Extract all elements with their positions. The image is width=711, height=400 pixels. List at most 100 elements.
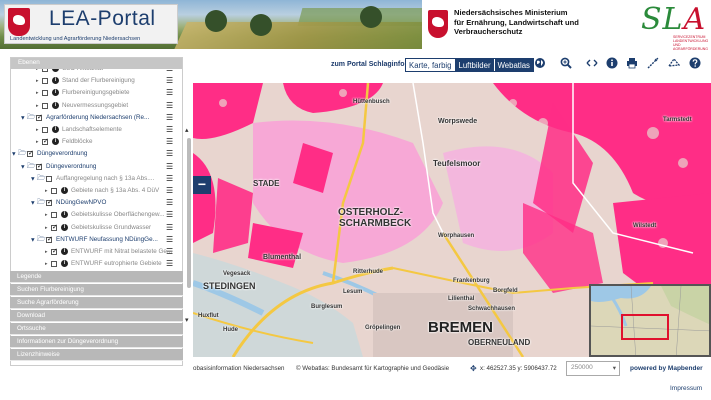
layer-checkbox[interactable] [51,261,57,268]
scale-select[interactable]: 250000 [566,361,620,376]
accordion-ortssuche[interactable]: Ortssuche [10,323,183,335]
layer-info-icon[interactable]: i [52,101,59,109]
layer-row[interactable]: ▸ i Gebiete nach § 13a Abs. 4 DüV ☰ [11,185,173,197]
portal-schlaginfo-link[interactable]: zum Portal Schlaginfo [331,61,405,68]
powered-by-mapbender[interactable]: powered by Mapbender [630,365,703,372]
layer-info-icon[interactable]: i [52,126,59,133]
layer-info-icon[interactable]: i [61,187,68,194]
layer-menu-icon[interactable]: ☰ [166,100,173,112]
accordion-duengeverordnung-info[interactable]: Informationen zur Düngeverordnung [10,336,183,348]
layer-checkbox[interactable] [42,78,48,85]
expand-icon[interactable]: ▸ [36,75,39,87]
globe-icon[interactable] [533,57,547,71]
layer-menu-icon[interactable]: ☰ [166,185,173,197]
layer-menu-icon[interactable]: ☰ [166,112,173,124]
layer-row[interactable]: ▸ i Neuvermessungsgebiet ☰ [11,100,173,112]
layer-row[interactable]: ▸ i Landschaftselemente ☰ [11,124,173,136]
layer-checkbox[interactable] [36,161,43,173]
layer-checkbox[interactable] [51,222,58,234]
expand-icon[interactable]: ▸ [45,222,48,234]
layer-info-icon[interactable]: i [61,211,68,219]
accordion-lizenzhinweise[interactable]: Lizenzhinweise [10,349,183,361]
folder-toggle-icon[interactable]: ▸ [26,238,38,242]
expand-icon[interactable]: ▸ [36,136,39,148]
lea-logo[interactable]: LEA-Portal Landentwicklung und Agrarförd… [4,4,178,44]
layer-row[interactable]: ▸ iGebietskulisse Grundwasser ☰ [11,222,173,234]
layer-menu-icon[interactable]: ☰ [166,246,173,258]
layer-info-icon[interactable]: i [61,260,68,268]
layer-row[interactable]: ▸ i ENTWURF eutrophierte Gebiete ☰ [11,258,173,270]
layer-checkbox[interactable] [42,136,49,148]
accordion-suchen-flurbereinigung[interactable]: Suchen Flurbereinigung [10,284,183,296]
bg-button-karte[interactable]: Karte, farbig [406,59,455,71]
layer-row[interactable]: ▸ i Flurbereinigungsgebiete ☰ [11,87,173,99]
layer-row[interactable]: ▸ 🗁 Auffangregelung nach § 13a Abs.... ☰ [11,173,173,185]
layer-menu-icon[interactable]: ☰ [166,136,173,148]
sla-logo[interactable]: SLA SERVICEZENTRUM LANDENTWICKLUNG UND A… [633,2,709,51]
folder-toggle-icon[interactable]: ▸ [26,201,38,205]
print-icon[interactable] [625,57,639,71]
expand-icon[interactable]: ▸ [36,69,39,75]
ministry-logo[interactable]: Niedersächsisches Ministerium für Ernähr… [424,2,629,47]
layer-tree-scrollbar[interactable]: ▴ ▾ [185,126,193,330]
layer-row[interactable]: ▸ i Gebietskulisse Oberflächengew... ☰ [11,209,173,221]
layer-info-icon[interactable]: i [52,89,59,97]
layer-checkbox[interactable] [51,246,58,258]
share-icon[interactable] [585,57,599,71]
layer-row[interactable]: ▸🗁 Agrarförderung Niedersachsen (Re... ☰ [11,112,173,124]
layer-info-icon[interactable]: i [52,138,59,146]
layer-row[interactable]: ▸ iENTWURF mit Nitrat belastete Ge...☰ [11,246,173,258]
folder-toggle-icon[interactable]: ▸ [26,177,38,181]
expand-icon[interactable]: ▸ [45,185,48,197]
layer-menu-icon[interactable]: ☰ [166,75,173,87]
layer-checkbox[interactable] [51,212,57,219]
layer-menu-icon[interactable]: ☰ [166,222,173,234]
folder-toggle-icon[interactable]: ▸ [16,116,28,120]
measure-area-icon[interactable] [667,57,681,71]
layer-checkbox[interactable] [27,148,34,160]
expand-icon[interactable]: ▸ [45,209,48,221]
layer-checkbox[interactable] [51,188,57,194]
expand-icon[interactable]: ▸ [36,124,39,136]
layer-checkbox[interactable] [36,112,43,124]
layer-checkbox[interactable] [42,90,48,97]
layer-info-icon[interactable]: i [61,223,68,231]
layer-row[interactable]: ▸ iFeldblöcke ☰ [11,136,173,148]
layer-menu-icon[interactable]: ☰ [166,209,173,221]
measure-line-icon[interactable] [646,57,660,71]
layer-menu-icon[interactable]: ☰ [166,197,173,209]
layer-menu-icon[interactable]: ☰ [166,124,173,136]
expand-icon[interactable]: ▸ [36,87,39,99]
layer-menu-icon[interactable]: ☰ [166,161,173,173]
layer-checkbox[interactable] [42,127,48,133]
layer-row[interactable]: ▸🗁Düngeverordnung☰ [11,148,173,160]
layer-row[interactable]: ▸ i Stand der Flurbereinigung ☰ [11,75,173,87]
layer-info-icon[interactable]: i [52,69,59,72]
layer-menu-icon[interactable]: ☰ [166,148,173,160]
info-icon[interactable] [605,57,619,71]
layer-checkbox[interactable] [46,197,53,209]
layer-row[interactable]: ▸ iGLC-Aktualität ☰ [11,69,173,75]
accordion-download[interactable]: Download [10,310,183,322]
expand-icon[interactable]: ▸ [36,100,39,112]
zoom-in-icon[interactable] [559,57,573,71]
scroll-down-icon[interactable]: ▾ [185,316,189,324]
layer-row[interactable]: ▸🗁Düngeverordnung☰ [11,161,173,173]
layer-row[interactable]: ▸🗁 NDüngGewNPVO ☰ [11,197,173,209]
bg-button-webatlas[interactable]: Webatlas [493,59,533,71]
layer-menu-icon[interactable]: ☰ [166,258,173,270]
overview-viewport-rect[interactable] [621,314,669,340]
scroll-up-icon[interactable]: ▴ [185,126,189,134]
expand-icon[interactable]: ▸ [45,246,48,258]
overview-map[interactable] [589,284,711,357]
impressum-link[interactable]: Impressum [670,385,702,392]
folder-toggle-icon[interactable]: ▸ [16,165,28,169]
layer-info-icon[interactable]: i [52,77,59,85]
layer-checkbox[interactable] [46,175,52,182]
help-icon[interactable] [688,57,702,71]
layer-info-icon[interactable]: i [61,248,68,255]
bg-button-luftbilder[interactable]: Luftbilder [454,59,494,71]
layer-checkbox[interactable] [42,69,48,72]
layer-checkbox[interactable] [42,102,48,109]
scroll-thumb[interactable] [187,138,191,288]
